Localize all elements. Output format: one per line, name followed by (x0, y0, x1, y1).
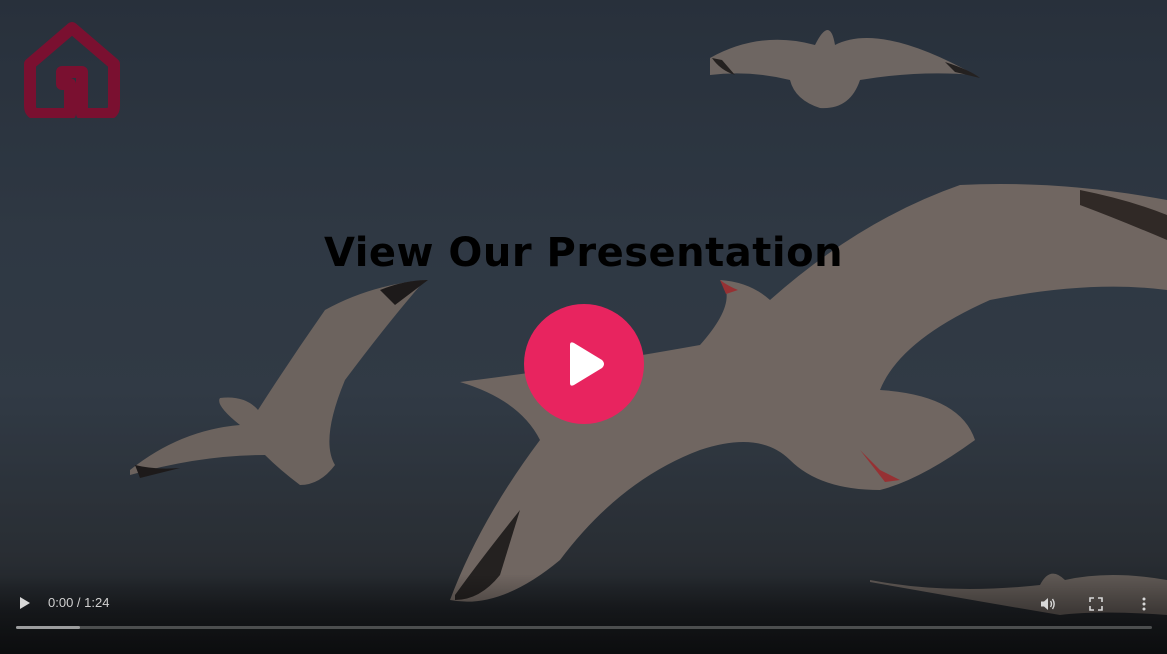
more-options-button[interactable] (1132, 592, 1156, 616)
more-options-icon (1142, 597, 1146, 611)
progress-buffered (16, 626, 80, 629)
control-play-button[interactable] (14, 592, 36, 614)
progress-bar[interactable] (16, 626, 1152, 629)
fullscreen-icon (1089, 597, 1103, 611)
video-controls-bar: 0:00 / 1:24 (0, 574, 1167, 654)
video-player[interactable]: View Our Presentation 0:00 / 1:24 (0, 0, 1167, 654)
big-play-button[interactable] (524, 304, 644, 424)
volume-button[interactable] (1036, 592, 1060, 616)
volume-icon (1041, 598, 1055, 610)
house-logo-icon (22, 22, 122, 120)
presentation-title: View Our Presentation (323, 230, 844, 276)
play-icon (570, 342, 604, 386)
time-display: 0:00 / 1:24 (48, 595, 110, 610)
play-icon (20, 597, 30, 609)
fullscreen-button[interactable] (1084, 592, 1108, 616)
